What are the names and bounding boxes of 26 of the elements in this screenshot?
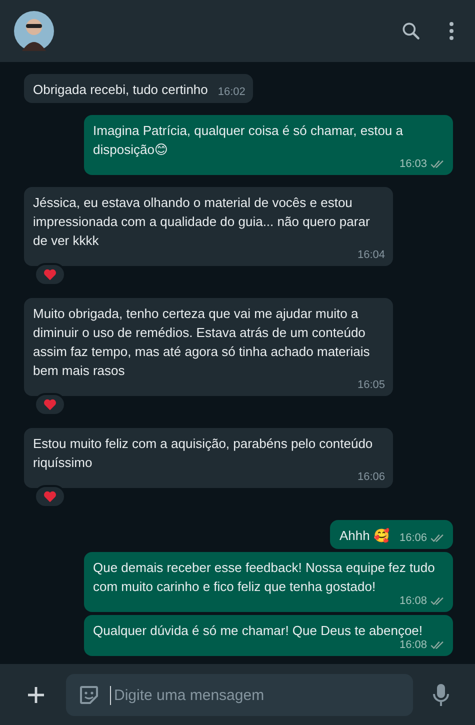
message-text: Qualquer dúvida é só me chamar! Que Deus te abençoe! [93, 622, 424, 640]
heart-icon [43, 490, 57, 503]
message-field[interactable]: Digite uma mensagem [66, 674, 413, 716]
message-text: Jéssica, eu estava olhando o material de vocês e estou impressionada com a qualidade do guia... não quero parar de ver kkkk [33, 194, 371, 250]
message-text: Muito obrigada, tenho certeza que vai me ajudar muito a diminuir o uso de remédios. Estava atrás de um conteúdo assim faz tempo, mas até agora só tinha achado materiais bem mais rasos [33, 305, 371, 380]
message-time: 16:06 [399, 531, 427, 545]
message-text: Que demais receber esse feedback! Nossa equipe fez tudo com muito carinho e fico feliz que tenha gostado! [93, 559, 436, 596]
heart-icon [43, 268, 57, 281]
message-text: Estou muito feliz com a aquisição, parabéns pelo conteúdo riquíssimo [33, 435, 374, 472]
message-time: 16:04 [357, 248, 385, 262]
message-text: Obrigada recebi, tudo certinho [33, 81, 208, 99]
message-time: 16:03 [399, 157, 427, 171]
message-time: 16:08 [399, 594, 427, 608]
message-time: 16:08 [399, 638, 427, 652]
microphone-icon[interactable] [433, 683, 449, 707]
sticker-icon[interactable] [78, 684, 100, 706]
message-time: 16:05 [357, 378, 385, 392]
message-text: Imagina Patrícia, qualquer coisa é só chamar, estou a disposição😊 [93, 122, 404, 159]
message-input[interactable]: Digite uma mensagem [110, 686, 401, 704]
search-icon[interactable] [400, 20, 422, 42]
message-text: Ahhh 🥰 [339, 527, 390, 545]
menu-icon[interactable] [448, 21, 455, 41]
plus-icon[interactable] [26, 685, 46, 705]
message-time: 16:06 [357, 470, 385, 484]
heart-icon [43, 398, 57, 411]
message-time: 16:02 [218, 85, 246, 99]
